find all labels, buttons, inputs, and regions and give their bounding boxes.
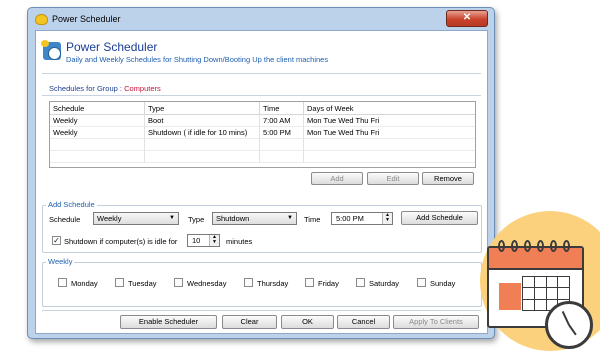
close-icon: ✕	[462, 12, 472, 23]
clock-icon	[545, 301, 593, 349]
column-header-days[interactable]: Days of Week	[304, 102, 475, 115]
type-dropdown-value: Shutdown	[216, 214, 250, 223]
sunday-label[interactable]: Sunday	[430, 279, 455, 288]
cancel-button[interactable]: Cancel	[337, 315, 390, 329]
column-header-type[interactable]: Type	[145, 102, 260, 115]
monday-label[interactable]: Monday	[71, 279, 98, 288]
dialog-header: Power Scheduler Daily and Weekly Schedul…	[36, 31, 487, 71]
table-empty-cell	[304, 151, 475, 163]
idle-checkbox[interactable]: ✓	[52, 236, 61, 245]
type-dropdown[interactable]: Shutdown ▼	[212, 212, 297, 225]
spin-arrows-icon[interactable]: ▲ ▼	[209, 235, 219, 246]
group-label: Schedules for Group :	[49, 84, 122, 93]
footer-divider	[42, 310, 481, 311]
table-empty-cell	[50, 151, 145, 163]
chevron-down-icon: ▼	[169, 215, 175, 221]
table-empty-cell	[304, 139, 475, 151]
saturday-label[interactable]: Saturday	[369, 279, 399, 288]
friday-checkbox[interactable]	[305, 278, 314, 287]
table-cell[interactable]: Shutdown ( if idle for 10 mins)	[145, 127, 260, 139]
idle-minutes-input[interactable]: 10 ▲ ▼	[187, 234, 220, 247]
add-schedule-button[interactable]: Add Schedule	[401, 211, 478, 225]
idle-minutes-value: 10	[192, 236, 201, 245]
dialog-body: Power Scheduler Daily and Weekly Schedul…	[35, 30, 488, 334]
add-button[interactable]: Add	[311, 172, 363, 185]
time-label: Time	[304, 215, 321, 224]
wednesday-checkbox[interactable]	[174, 278, 183, 287]
schedule-dropdown-value: Weekly	[97, 214, 122, 223]
monday-checkbox[interactable]	[58, 278, 67, 287]
table-empty-cell	[145, 151, 260, 163]
power-scheduler-window: Power Scheduler ✕ Power Scheduler Daily …	[27, 7, 495, 339]
header-divider	[42, 73, 481, 74]
schedules-table[interactable]: Schedule Type Time Days of Week Weekly B…	[49, 101, 476, 168]
sunday-checkbox[interactable]	[417, 278, 426, 287]
edit-button[interactable]: Edit	[367, 172, 419, 185]
table-empty-cell	[50, 139, 145, 151]
schedule-dropdown[interactable]: Weekly ▼	[93, 212, 179, 225]
remove-button[interactable]: Remove	[422, 172, 474, 185]
table-cell[interactable]: Weekly	[50, 127, 145, 139]
table-empty-cell	[145, 139, 260, 151]
group-name: Computers	[124, 84, 161, 93]
tuesday-label[interactable]: Tuesday	[128, 279, 157, 288]
table-cell[interactable]: Weekly	[50, 115, 145, 127]
table-cell[interactable]: 7:00 AM	[260, 115, 304, 127]
dialog-title: Power Scheduler	[66, 40, 158, 54]
table-cell[interactable]: Mon Tue Wed Thu Fri	[304, 115, 475, 127]
type-label: Type	[188, 215, 205, 224]
idle-checkbox-label[interactable]: Shutdown if computer(s) is idle for	[64, 237, 177, 246]
weekly-legend: Weekly	[46, 257, 75, 266]
app-icon	[35, 14, 48, 25]
title-bar[interactable]: Power Scheduler ✕	[28, 8, 494, 30]
enable-scheduler-button[interactable]: Enable Scheduler	[120, 315, 217, 329]
schedule-label: Schedule	[49, 215, 81, 224]
time-value: 5:00 PM	[336, 214, 364, 223]
table-cell[interactable]: Boot	[145, 115, 260, 127]
spin-arrows-icon[interactable]: ▲ ▼	[382, 213, 392, 224]
close-button[interactable]: ✕	[446, 10, 488, 27]
thursday-label[interactable]: Thursday	[257, 279, 288, 288]
idle-unit-label: minutes	[226, 237, 253, 246]
scheduler-logo-icon	[41, 40, 61, 60]
column-header-schedule[interactable]: Schedule	[50, 102, 145, 115]
thursday-checkbox[interactable]	[244, 278, 253, 287]
tuesday-checkbox[interactable]	[115, 278, 124, 287]
wednesday-label[interactable]: Wednesday	[187, 279, 226, 288]
checkbox-icon: ✓	[53, 236, 60, 245]
clear-button[interactable]: Clear	[222, 315, 277, 329]
time-picker[interactable]: 5:00 PM ▲ ▼	[331, 212, 393, 225]
table-empty-cell	[260, 139, 304, 151]
saturday-checkbox[interactable]	[356, 278, 365, 287]
add-schedule-legend: Add Schedule	[46, 200, 97, 209]
window-title: Power Scheduler	[52, 14, 121, 24]
friday-label[interactable]: Friday	[318, 279, 339, 288]
dialog-subtitle: Daily and Weekly Schedules for Shutting …	[66, 55, 329, 64]
table-cell[interactable]: Mon Tue Wed Thu Fri	[304, 127, 475, 139]
column-header-time[interactable]: Time	[260, 102, 304, 115]
table-empty-cell	[260, 151, 304, 163]
ok-button[interactable]: OK	[281, 315, 334, 329]
apply-to-clients-button[interactable]: Apply To Clients	[393, 315, 479, 329]
chevron-down-icon: ▼	[287, 215, 293, 221]
table-cell[interactable]: 5:00 PM	[260, 127, 304, 139]
group-divider	[42, 95, 481, 96]
group-line: Schedules for Group : Computers	[49, 84, 161, 93]
